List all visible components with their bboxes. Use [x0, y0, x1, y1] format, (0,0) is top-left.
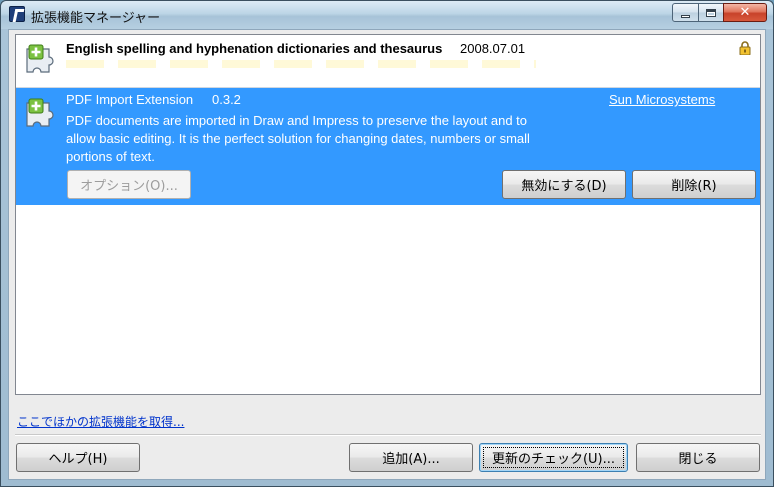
close-button[interactable]: 閉じる [636, 443, 760, 472]
maximize-icon [706, 8, 716, 17]
puzzle-piece-icon [26, 98, 54, 127]
lock-icon [739, 41, 751, 55]
openoffice-app-icon [9, 6, 25, 22]
get-more-extensions-link[interactable]: ここでほかの拡張機能を取得... [17, 413, 184, 430]
extension-version: 2008.07.01 [460, 41, 526, 56]
minimize-button[interactable] [672, 3, 699, 22]
options-button[interactable]: オプション(O)... [67, 170, 191, 199]
help-button[interactable]: ヘルプ(H) [16, 443, 140, 472]
add-button[interactable]: 追加(A)... [349, 443, 473, 472]
extension-row-pdf-import[interactable]: PDF Import Extension 0.3.2 Sun Microsyst… [16, 88, 760, 205]
minimize-icon [681, 14, 690, 18]
extension-name: English spelling and hyphenation diction… [66, 41, 443, 56]
extension-version: 0.3.2 [212, 92, 241, 107]
title-bar[interactable]: 拡張機能マネージャー ✕ [1, 1, 773, 29]
extension-manager-window: 拡張機能マネージャー ✕ English spelling and hyphen… [0, 0, 774, 487]
extension-row-dictionaries[interactable]: English spelling and hyphenation diction… [16, 35, 760, 88]
check-updates-button[interactable]: 更新のチェック(U)... [479, 443, 628, 472]
extension-description: PDF documents are imported in Draw and I… [66, 113, 530, 164]
footer-divider [15, 434, 761, 436]
extension-list[interactable]: English spelling and hyphenation diction… [15, 34, 761, 395]
maximize-button[interactable] [698, 3, 724, 22]
extension-description-faded [66, 60, 536, 68]
extension-name: PDF Import Extension [66, 92, 194, 107]
remove-button[interactable]: 削除(R) [632, 170, 756, 199]
disable-button[interactable]: 無効にする(D) [502, 170, 626, 199]
puzzle-piece-icon [26, 44, 54, 73]
dialog-client-area: English spelling and hyphenation diction… [8, 29, 766, 480]
close-icon: ✕ [739, 5, 751, 20]
window-title: 拡張機能マネージャー [31, 11, 161, 26]
publisher-link[interactable]: Sun Microsystems [609, 92, 715, 107]
close-window-button[interactable]: ✕ [723, 3, 767, 22]
